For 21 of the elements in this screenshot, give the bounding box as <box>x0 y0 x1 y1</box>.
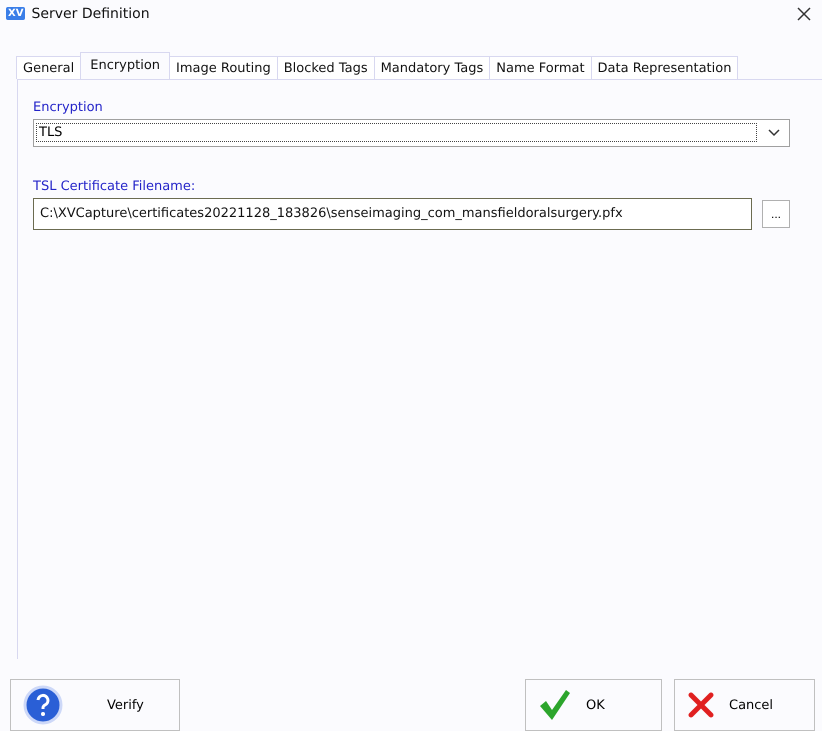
cancel-button[interactable]: Cancel <box>674 679 815 731</box>
encryption-dropdown[interactable]: TLS <box>33 118 790 147</box>
checkmark-icon <box>538 688 572 722</box>
tab[interactable]: Image Routing <box>169 56 278 79</box>
encryption-label: Encryption <box>33 100 104 115</box>
tab[interactable]: General <box>16 56 82 79</box>
help-icon <box>23 685 63 725</box>
chevron-icon <box>767 128 781 138</box>
close-icon <box>687 691 715 719</box>
window-title: Server Definition <box>31 6 151 22</box>
browse-button[interactable]: ... <box>762 200 790 228</box>
close-icon[interactable] <box>796 6 812 22</box>
verify-button[interactable]: Verify <box>10 679 180 731</box>
ok-button[interactable]: OK <box>525 679 662 731</box>
certificate-field[interactable]: C:\XVCapture\certificates20221128_183826\senseimaging_com_mansfieldoralsurgery.pfx <box>33 198 752 230</box>
tab[interactable]: Name Format <box>489 56 592 79</box>
app-logo: XV <box>6 7 26 20</box>
tab[interactable]: Mandatory Tags <box>374 56 490 79</box>
tab[interactable]: Data Representation <box>590 56 738 79</box>
tab[interactable]: Blocked Tags <box>276 56 375 79</box>
certificate-label: TSL Certificate Filename: <box>33 178 196 194</box>
